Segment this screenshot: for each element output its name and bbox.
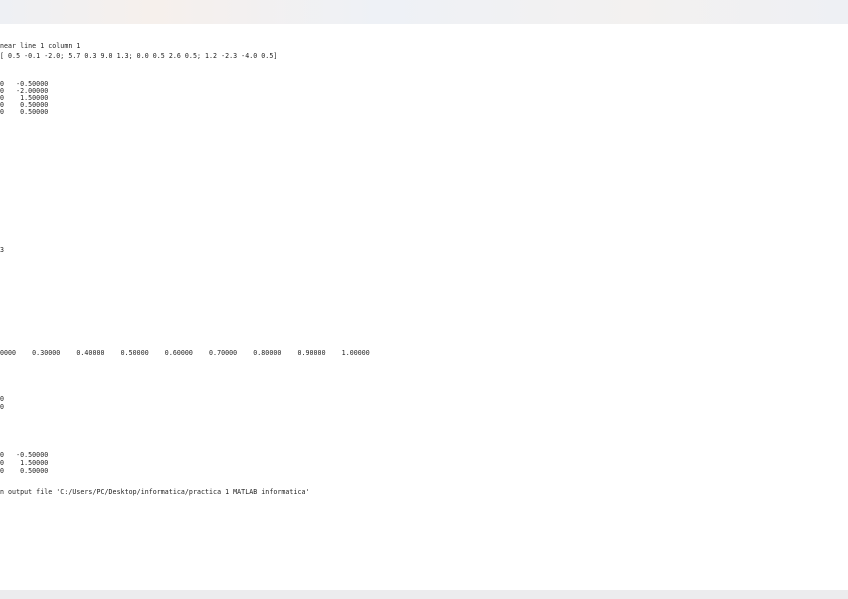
vector-output-row: 0 1.50000 — [0, 459, 49, 467]
scalar-output-line: 0 — [0, 403, 5, 411]
output-file-message: n output file 'C:/Users/PC/Desktop/infor… — [0, 488, 310, 496]
error-location-line: near line 1 column 1 — [0, 42, 81, 50]
vector-output-row: 0 0.50000 — [0, 467, 49, 475]
scalar-output-line: 3 — [0, 246, 5, 254]
vector-output-row: 0 0.50000 — [0, 108, 49, 116]
window-title-bar — [0, 0, 848, 24]
matrix-input-line: [ 0.5 -0.1 -2.0; 5.7 0.3 9.0 1.3; 0.0 0.… — [0, 52, 278, 60]
command-window-output[interactable]: near line 1 column 1 [ 0.5 -0.1 -2.0; 5.… — [0, 24, 848, 590]
range-output-line: 0000 0.30000 0.40000 0.50000 0.60000 0.7… — [0, 349, 370, 357]
vector-output-row: 0 -0.50000 — [0, 451, 49, 459]
scalar-output-line: 0 — [0, 395, 5, 403]
status-bar — [0, 590, 848, 599]
